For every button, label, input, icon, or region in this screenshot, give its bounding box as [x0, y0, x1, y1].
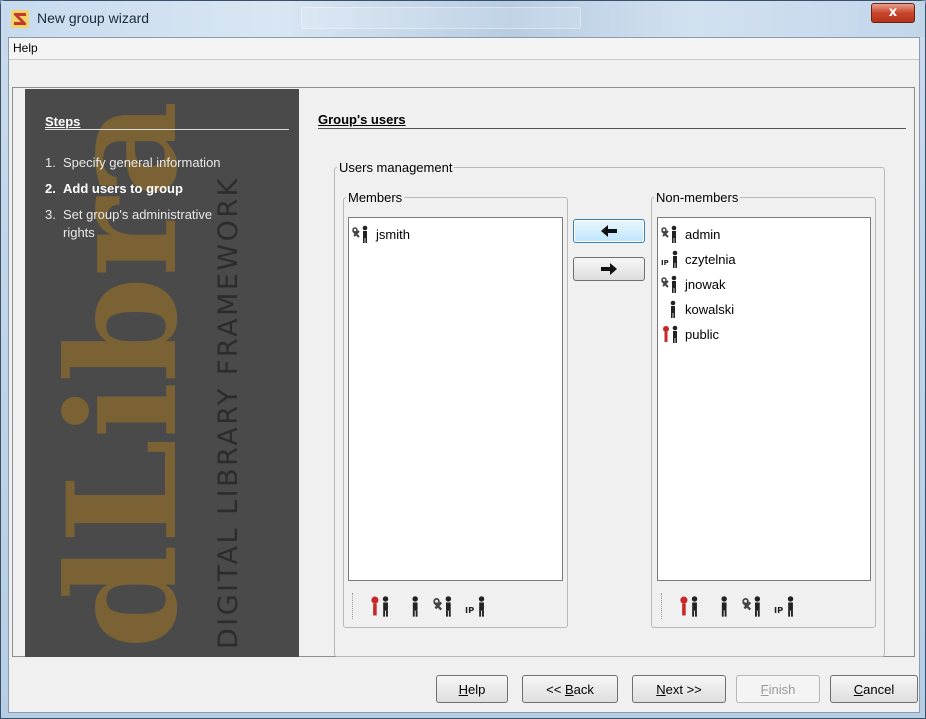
toolbar-grip[interactable] — [352, 593, 355, 619]
admin-user-icon — [661, 275, 683, 293]
list-item[interactable]: jsmith — [352, 223, 410, 245]
arrow-left-icon — [601, 225, 617, 237]
public-user-icon[interactable] — [678, 595, 704, 617]
section-divider — [318, 128, 906, 129]
title-bar[interactable]: New group wizard x — [1, 1, 925, 37]
toolbar-grip[interactable] — [661, 593, 664, 619]
ip-user-icon: IP — [661, 250, 683, 268]
section-title: Group's users — [318, 112, 406, 127]
step-3: 3. Set group's administrative — [45, 207, 213, 222]
step-1: 1. Specify general information — [45, 155, 221, 170]
members-legend: Members — [348, 190, 403, 205]
users-management-legend: Users management — [339, 160, 453, 175]
svg-text:IP: IP — [774, 605, 783, 615]
app-icon — [11, 10, 29, 28]
public-user-icon[interactable] — [369, 595, 395, 617]
ip-user-icon[interactable]: IP — [774, 595, 800, 617]
list-item[interactable]: IP czytelnia — [661, 248, 736, 270]
admin-user-icon[interactable] — [742, 595, 768, 617]
public-user-icon — [661, 325, 683, 343]
remove-from-members-button[interactable] — [573, 257, 645, 281]
add-to-members-button[interactable] — [573, 219, 645, 243]
user-icon[interactable] — [710, 595, 736, 617]
steps-title: Steps — [45, 114, 81, 129]
window-title: New group wizard — [37, 10, 150, 26]
ip-user-icon[interactable]: IP — [465, 595, 491, 617]
finish-button[interactable]: Finish — [736, 675, 820, 703]
members-list[interactable]: jsmith — [348, 217, 563, 581]
admin-user-icon — [661, 225, 683, 243]
admin-user-icon — [352, 225, 374, 243]
svg-text:IP: IP — [661, 259, 669, 267]
user-icon[interactable] — [401, 595, 427, 617]
steps-divider — [45, 129, 289, 130]
svg-text:IP: IP — [465, 605, 474, 615]
help-button[interactable]: Help — [436, 675, 508, 703]
list-item[interactable]: kowalski — [661, 298, 734, 320]
user-icon — [661, 300, 683, 318]
nonmembers-legend: Non-members — [656, 190, 739, 205]
next-button[interactable]: Next >> — [632, 675, 726, 703]
menu-help[interactable]: Help — [13, 41, 38, 55]
close-button[interactable]: x — [871, 3, 915, 23]
step-3-continued: rights — [63, 225, 95, 240]
list-item[interactable]: public — [661, 323, 719, 345]
list-item[interactable]: jnowak — [661, 273, 725, 295]
step-2: 2. Add users to group — [45, 181, 183, 196]
arrow-right-icon — [601, 263, 617, 275]
framework-watermark-text: DIGITAL LIBRARY FRAMEWORK — [213, 176, 244, 649]
cancel-button[interactable]: Cancel — [830, 675, 918, 703]
nonmembers-list[interactable]: admin IP czytelnia jnowak kowalski publi… — [657, 217, 871, 581]
menu-bar: Help — [9, 38, 919, 60]
back-button[interactable]: << Back — [522, 675, 618, 703]
steps-panel: dLibra DIGITAL LIBRARY FRAMEWORK Steps 1… — [25, 89, 299, 657]
admin-user-icon[interactable] — [433, 595, 459, 617]
dlibra-logo-watermark: dLibra DIGITAL LIBRARY FRAMEWORK — [35, 101, 244, 649]
nonmembers-filter-bar: IP — [661, 589, 871, 623]
list-item[interactable]: admin — [661, 223, 720, 245]
members-filter-bar: IP — [352, 589, 562, 623]
background-window-ghost — [301, 7, 581, 29]
